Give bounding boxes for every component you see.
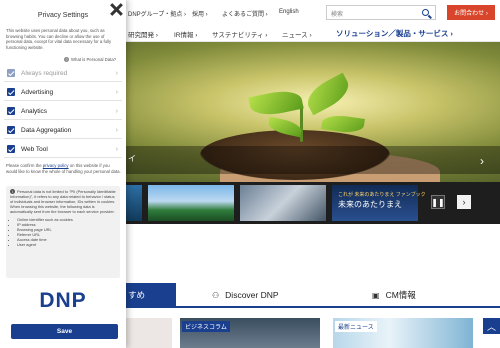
privacy-intro-text: This website uses personal data about yo…	[6, 28, 112, 50]
privacy-policy-link[interactable]: privacy policy	[43, 163, 69, 168]
faq-link[interactable]: よくあるご質問 ›	[222, 9, 268, 18]
dnp-logo: DNP	[39, 289, 87, 312]
personal-data-info-box: i Personal data is not limited to "PII (P…	[6, 186, 120, 278]
nav-item-news[interactable]: ニュース ›	[282, 29, 312, 39]
chevron-right-icon: ›	[115, 88, 118, 96]
carousel-thumb[interactable]	[240, 185, 326, 221]
info-text: Personal data is not limited to "PII (Pe…	[10, 189, 116, 214]
category-label: Data Aggregation	[21, 126, 72, 134]
category-advertising[interactable]: Advertising ›	[4, 84, 122, 101]
card-tag-business-column: ビジネスコラム	[182, 321, 230, 332]
tab-discover-label: Discover DNP	[225, 290, 279, 300]
nav-item-ir[interactable]: IR情報 ›	[174, 29, 197, 39]
binoculars-icon: ⚇	[212, 290, 220, 300]
chevron-right-icon: ›	[115, 107, 118, 115]
category-label: Analytics	[21, 107, 48, 115]
checkbox-icon[interactable]	[7, 145, 15, 153]
content-card[interactable]	[124, 318, 172, 348]
sprout-leaf	[248, 86, 304, 120]
privacy-settings-panel: Privacy Settings This website uses perso…	[0, 0, 126, 348]
nav-item-sustainability[interactable]: サステナビリティ ›	[212, 29, 267, 39]
carousel-thumb-caption-main: 未来のあたりまえ	[338, 200, 402, 209]
hero-next-arrow-icon[interactable]: ›	[480, 154, 484, 168]
list-item: User agent	[17, 242, 116, 247]
category-data-aggregation[interactable]: Data Aggregation ›	[4, 122, 122, 139]
search-icon[interactable]	[422, 9, 429, 16]
card-tag-latest-news: 最新ニュース	[335, 321, 377, 332]
tab-cm[interactable]: ▣ CM情報	[372, 283, 416, 307]
carousel-thumb-caption-small: これが 未来のあたりまえ ファンブック	[338, 192, 426, 198]
checkbox-icon[interactable]	[7, 107, 15, 115]
sprout-leaf	[302, 72, 354, 116]
save-button[interactable]: Save	[11, 324, 118, 339]
carousel-pause-button[interactable]: ❚❚	[431, 195, 445, 209]
search-input[interactable]: 検索	[326, 5, 436, 20]
contact-button[interactable]: お問合わせ ›	[447, 5, 495, 20]
scroll-to-top-button[interactable]: ︿	[483, 318, 500, 334]
close-icon[interactable]	[110, 3, 123, 16]
checkbox-icon[interactable]	[7, 126, 15, 134]
careers-link[interactable]: 採用 ›	[192, 9, 208, 18]
confirm-pre: Please confirm the	[6, 163, 43, 168]
sprout-stem	[300, 106, 303, 142]
tab-discover-dnp[interactable]: ⚇ Discover DNP	[212, 283, 279, 307]
hero-caption: イ	[128, 154, 136, 163]
language-link[interactable]: English	[279, 9, 299, 15]
sent-data-list: Online identifier such as cookies IP add…	[10, 217, 116, 247]
nav-solution-link[interactable]: ソリューション／製品・サービス ›	[336, 28, 453, 39]
category-web-tool[interactable]: Web Tool ›	[4, 141, 122, 158]
category-label: Web Tool	[21, 145, 48, 153]
carousel-thumb-caption: これが 未来のあたりまえ ファンブック 未来のあたりまえ	[338, 190, 426, 210]
carousel-next-button[interactable]: ›	[457, 195, 471, 209]
group-link[interactable]: DNPグループ・拠点 ›	[128, 9, 186, 18]
checkbox-icon	[7, 69, 15, 77]
film-icon: ▣	[372, 290, 380, 300]
chevron-right-icon: ›	[115, 145, 118, 153]
search-placeholder: 検索	[331, 12, 344, 18]
carousel-thumb[interactable]	[148, 185, 234, 221]
question-icon: ?	[64, 57, 69, 62]
privacy-title: Privacy Settings	[37, 12, 89, 19]
checkbox-icon[interactable]	[7, 88, 15, 96]
category-label: Advertising	[21, 88, 54, 96]
category-analytics[interactable]: Analytics ›	[4, 103, 122, 120]
what-is-personal-data-link[interactable]: ? What is Personal Data?	[64, 57, 116, 62]
chevron-right-icon: ›	[115, 126, 118, 134]
privacy-confirm-text: Please confirm the privacy policy on thi…	[6, 163, 121, 174]
nav-item-research[interactable]: 研究開発 ›	[128, 29, 158, 39]
chevron-right-icon: ›	[115, 69, 118, 77]
category-always-required[interactable]: Always required ›	[4, 65, 122, 82]
what-is-personal-data-label: What is Personal Data?	[71, 57, 117, 62]
category-label: Always required	[21, 69, 68, 77]
tab-cm-label: CM情報	[385, 290, 416, 300]
